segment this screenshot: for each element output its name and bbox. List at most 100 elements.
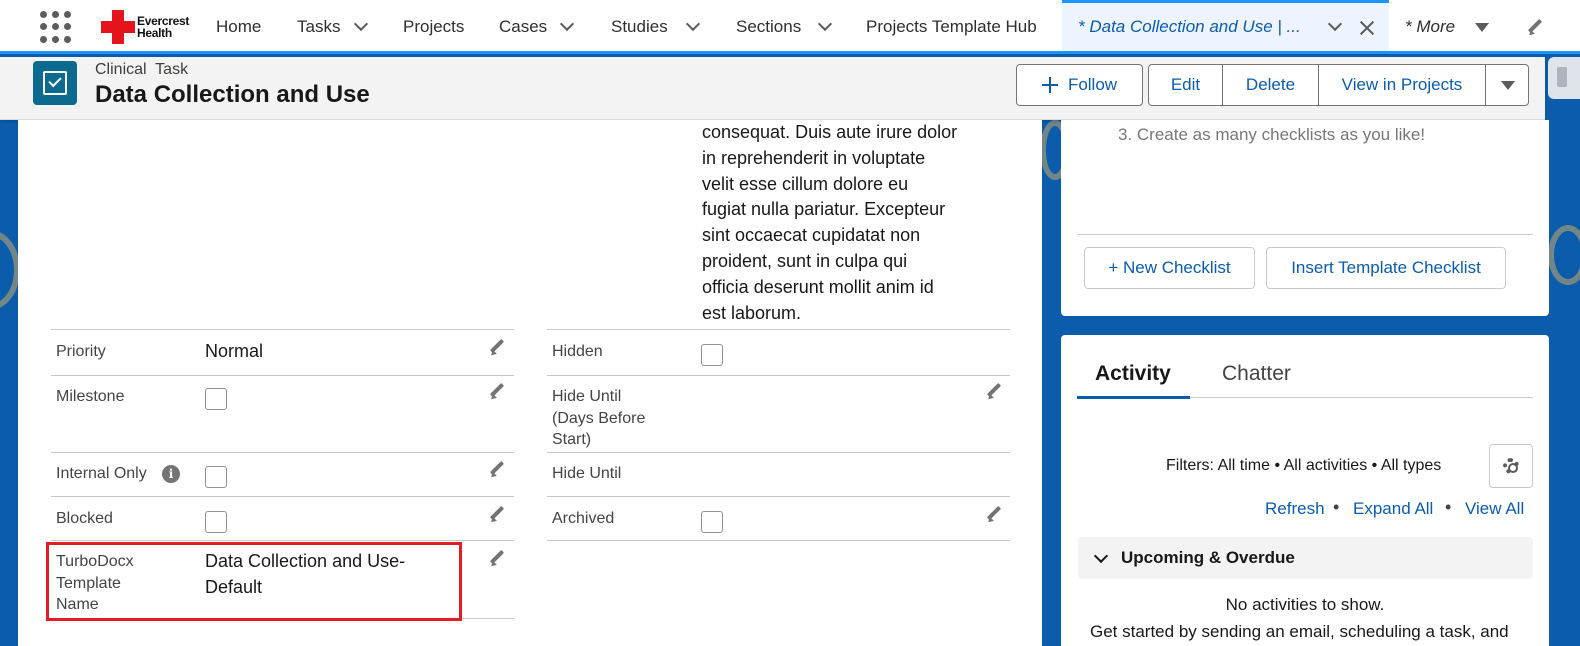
task-record-icon: [33, 61, 77, 105]
description-line: proident, sunt in culpa qui: [702, 250, 908, 271]
background-decoration: [0, 230, 20, 310]
page-title: Data Collection and Use: [95, 81, 370, 108]
nav-sections-menu-button[interactable]: [817, 0, 833, 54]
edit-archived-pencil-icon[interactable]: [985, 506, 1003, 524]
blocked-label: Blocked: [56, 510, 113, 527]
nav-item-tasks[interactable]: Tasks: [297, 0, 340, 54]
milestone-checkbox[interactable]: [205, 388, 227, 410]
nav-item-label: Projects Template Hub: [866, 17, 1037, 36]
record-actions-group: Edit Delete View in Projects: [1148, 64, 1529, 106]
edit-label: Edit: [1170, 75, 1201, 94]
close-icon[interactable]: [1359, 20, 1375, 36]
tab-data-collection-and-use[interactable]: * Data Collection and Use | ...: [1062, 0, 1389, 51]
nav-item-home[interactable]: Home: [216, 0, 261, 54]
nav-studies-menu-button[interactable]: [685, 0, 701, 54]
priority-label: Priority: [56, 343, 106, 360]
nav-item-label: Studies: [611, 17, 668, 36]
checklist-item: 3. Create as many checklists as you like…: [1118, 125, 1426, 144]
edit-nav-pencil-icon[interactable]: [1526, 19, 1544, 37]
delete-label: Delete: [1245, 75, 1296, 94]
divider: [547, 540, 1010, 541]
nav-cases-menu-button[interactable]: [559, 0, 575, 54]
gear-icon: [1503, 458, 1519, 474]
tab-activity[interactable]: Activity: [1095, 362, 1171, 386]
expand-all-link[interactable]: Expand All: [1353, 499, 1433, 519]
divider: [547, 329, 1010, 330]
upcoming-overdue-section-toggle[interactable]: Upcoming & Overdue: [1078, 537, 1533, 579]
no-activities-text: No activities to show.: [1225, 595, 1385, 614]
nav-item-projects[interactable]: Projects: [403, 0, 464, 54]
divider: [51, 452, 514, 453]
nav-item-studies[interactable]: Studies: [611, 0, 668, 54]
divider: [51, 496, 514, 497]
edit-internal-only-pencil-icon[interactable]: [488, 461, 506, 479]
background-decoration: [1548, 225, 1580, 285]
active-tab-label: * Data Collection and Use | ...: [1078, 17, 1301, 36]
nav-item-sections[interactable]: Sections: [736, 0, 801, 54]
description-text: consequat. Duis aute irure dolor in repr…: [702, 120, 992, 326]
description-line: officia deserunt mollit anim id: [702, 276, 934, 297]
view-in-projects-label: View in Projects: [1341, 75, 1463, 94]
edit-milestone-pencil-icon[interactable]: [488, 383, 506, 401]
divider: [547, 452, 1010, 453]
tab-chatter[interactable]: Chatter: [1222, 362, 1291, 386]
divider: [1078, 234, 1533, 235]
follow-button[interactable]: Follow: [1016, 64, 1143, 106]
edit-priority-pencil-icon[interactable]: [488, 339, 506, 357]
edit-blocked-pencil-icon[interactable]: [488, 506, 506, 524]
info-icon[interactable]: i: [162, 465, 180, 483]
milestone-label: Milestone: [56, 388, 125, 405]
nav-item-projects-template-hub[interactable]: Projects Template Hub: [866, 0, 1037, 54]
chevron-down-icon: [559, 16, 575, 32]
internal-only-label: Internal Only: [56, 465, 147, 482]
divider: [547, 496, 1010, 497]
label-line: Hide Until: [552, 388, 622, 405]
edit-template-name-pencil-icon[interactable]: [488, 550, 506, 568]
nav-more-label: * More: [1405, 17, 1456, 36]
app-launcher-icon[interactable]: [40, 11, 72, 43]
nav-item-cases[interactable]: Cases: [499, 0, 547, 54]
nav-tasks-menu-button[interactable]: [353, 0, 369, 54]
internal-only-checkbox[interactable]: [205, 466, 227, 488]
new-checklist-button[interactable]: + New Checklist: [1084, 247, 1255, 289]
utility-panel-toggle[interactable]: [1548, 57, 1580, 99]
archived-checkbox[interactable]: [701, 511, 723, 533]
priority-value: Normal: [205, 341, 264, 361]
nav-item-label: Home: [216, 17, 262, 36]
hide-until-label: Hide Until: [552, 465, 622, 482]
plus-icon: [1041, 77, 1058, 93]
edit-button[interactable]: Edit: [1149, 65, 1223, 105]
nav-item-label: Tasks: [297, 17, 341, 36]
nav-item-label: Projects: [403, 17, 465, 36]
view-in-projects-button[interactable]: View in Projects: [1319, 65, 1486, 105]
chevron-down-icon: [1093, 548, 1109, 564]
more-actions-button[interactable]: [1486, 65, 1528, 105]
refresh-link[interactable]: Refresh: [1265, 499, 1325, 519]
insert-template-checklist-button[interactable]: Insert Template Checklist: [1266, 247, 1506, 289]
nav-item-label: Sections: [736, 17, 802, 36]
delete-button[interactable]: Delete: [1223, 65, 1319, 105]
divider: [51, 540, 514, 541]
red-cross-icon: [101, 10, 135, 44]
description-line: in reprehenderit in voluptate: [702, 147, 926, 168]
hide-until-days-label: Hide Until (Days Before Start): [552, 386, 645, 451]
chevron-down-icon[interactable]: [1327, 16, 1343, 32]
description-line: est laborum.: [702, 302, 802, 323]
nav-item-more[interactable]: * More: [1405, 0, 1490, 54]
get-started-text: Get started by sending an email, schedul…: [1090, 622, 1509, 641]
view-all-link[interactable]: View All: [1465, 499, 1524, 519]
label-line: (Days Before: [552, 409, 646, 427]
divider: [51, 329, 514, 330]
description-line: fugiat nulla pariatur. Excepteur: [702, 199, 946, 220]
activity-settings-button[interactable]: [1489, 444, 1533, 488]
edit-hide-until-days-pencil-icon[interactable]: [985, 383, 1003, 401]
caret-down-icon: [1475, 22, 1490, 32]
divider: [51, 375, 514, 376]
description-line: velit esse cillum dolore eu: [702, 173, 909, 194]
blocked-checkbox[interactable]: [205, 511, 227, 533]
brand-logo: Evercrest Health: [101, 10, 197, 44]
active-tab-indicator: [1077, 396, 1190, 399]
hidden-checkbox[interactable]: [701, 344, 723, 366]
nav-item-label: Cases: [499, 17, 548, 36]
description-line: consequat. Duis aute irure dolor: [702, 122, 958, 142]
